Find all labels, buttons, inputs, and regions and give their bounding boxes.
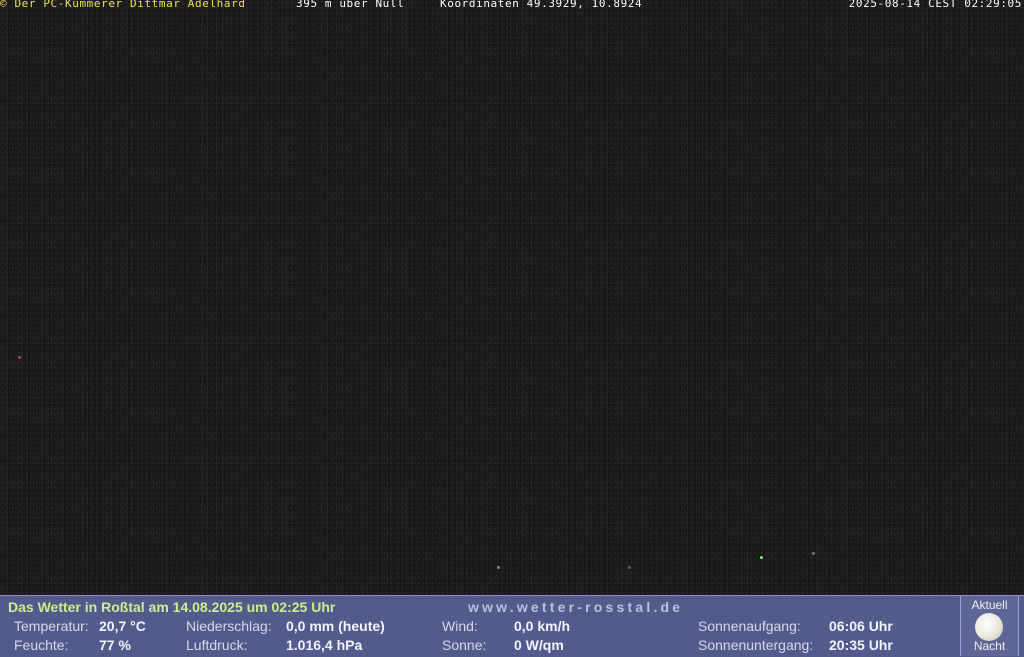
- temperature-label: Temperatur:: [14, 618, 89, 634]
- temperature-value: 20,7 °C: [99, 618, 146, 634]
- webcam-image: [0, 0, 1024, 595]
- sunrise-label: Sonnenaufgang:: [698, 618, 801, 634]
- precipitation-value: 0,0 mm (heute): [286, 618, 385, 634]
- coordinates-text: Koordinaten 49.3929, 10.8924: [440, 0, 643, 10]
- sun-radiation-value: 0 W/qm: [514, 637, 564, 653]
- weather-panel: Das Wetter in Roßtal am 14.08.2025 um 02…: [0, 595, 1024, 657]
- sunrise-value: 06:06 Uhr: [829, 618, 893, 634]
- full-moon-icon: [975, 613, 1003, 641]
- light-speck: [760, 556, 763, 559]
- wind-value: 0,0 km/h: [514, 618, 571, 634]
- timestamp-text: 2025-08-14 CEST 02:29:05: [848, 0, 1022, 10]
- sunset-label: Sonnenuntergang:: [698, 637, 814, 653]
- pressure-value: 1.016,4 hPa: [286, 637, 363, 653]
- moon-phase-box: Aktuell Nacht: [960, 596, 1019, 656]
- light-speck: [18, 356, 21, 359]
- light-speck: [812, 552, 815, 555]
- copyright-owner: © Der PC-Kümmerer Dittmar Adelhard: [0, 0, 246, 10]
- sun-radiation-label: Sonne:: [442, 637, 487, 653]
- sunset-value: 20:35 Uhr: [829, 637, 893, 653]
- light-speck: [628, 566, 631, 569]
- humidity-value: 77 %: [99, 637, 131, 653]
- pressure-label: Luftdruck:: [186, 637, 248, 653]
- altitude-text: 395 m über Null: [296, 0, 405, 10]
- humidity-label: Feuchte:: [14, 637, 69, 653]
- light-speck: [497, 566, 500, 569]
- webcam-info-bar: © Der PC-Kümmerer Dittmar Adelhard 395 m…: [0, 0, 1024, 10]
- wind-label: Wind:: [442, 618, 478, 634]
- precipitation-label: Niederschlag:: [186, 618, 272, 634]
- moon-top-label: Aktuell: [971, 598, 1008, 612]
- weather-headline: Das Wetter in Roßtal am 14.08.2025 um 02…: [8, 599, 336, 615]
- website-link[interactable]: www.wetter-rosstal.de: [468, 599, 683, 615]
- moon-bottom-label: Nacht: [973, 639, 1006, 653]
